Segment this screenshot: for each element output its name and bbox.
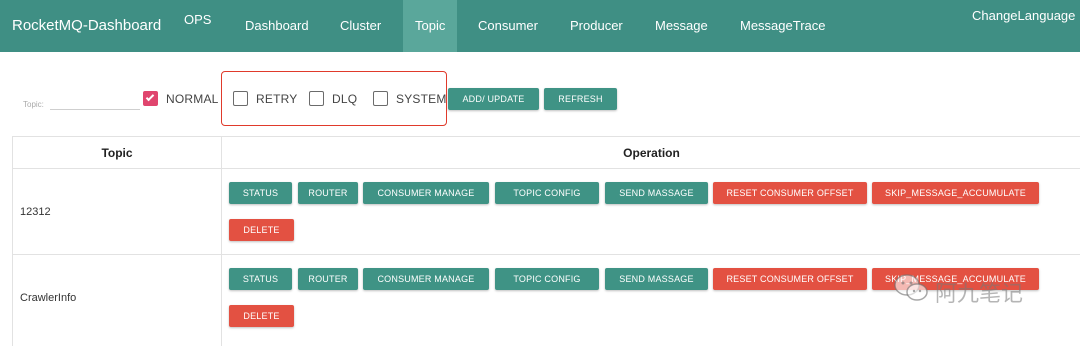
topic-name-cell: 12312 — [20, 206, 51, 218]
table-row: CrawlerInfo — [12, 254, 221, 346]
nav-topic[interactable]: Topic — [403, 0, 458, 52]
operation-cell: STATUS ROUTER CONSUMER MANAGE TOPIC CONF… — [221, 168, 1080, 254]
nav-producer[interactable]: Producer — [558, 0, 635, 52]
consumer-manage-button[interactable]: CONSUMER MANAGE — [363, 268, 489, 290]
topic-table: Topic Operation 12312 STATUS ROUTER CONS… — [12, 136, 1080, 346]
top-navbar: RocketMQ-Dashboard OPS Dashboard Cluster… — [0, 0, 1080, 71]
topic-filter-label: Topic: — [23, 100, 44, 109]
brand-title[interactable]: RocketMQ-Dashboard — [12, 17, 161, 34]
status-button[interactable]: STATUS — [229, 268, 292, 290]
router-button[interactable]: ROUTER — [298, 182, 358, 204]
change-language-label: ChangeLanguage — [972, 8, 1076, 23]
topic-config-button[interactable]: TOPIC CONFIG — [495, 182, 599, 204]
send-massage-button[interactable]: SEND MASSAGE — [605, 182, 708, 204]
nav-dashboard[interactable]: Dashboard — [233, 0, 321, 52]
checkbox-checked-icon[interactable] — [143, 91, 158, 106]
topic-search-input[interactable] — [50, 92, 140, 110]
topic-filter-bar: Topic: NORMAL RETRY DLQ SYSTEM ADD/ UPDA… — [0, 52, 1080, 136]
nav-messagetrace[interactable]: MessageTrace — [728, 0, 838, 52]
wechat-icon — [894, 274, 928, 301]
add-update-button[interactable]: ADD/ UPDATE — [448, 88, 539, 110]
header-operation: Operation — [221, 136, 1080, 168]
header-topic: Topic — [12, 136, 221, 168]
reset-consumer-offset-button[interactable]: RESET CONSUMER OFFSET — [713, 182, 867, 204]
router-button[interactable]: ROUTER — [298, 268, 358, 290]
nav-message[interactable]: Message — [643, 0, 720, 52]
delete-button[interactable]: DELETE — [229, 305, 294, 327]
checkbox-highlight-annotation — [221, 71, 447, 126]
reset-consumer-offset-button[interactable]: RESET CONSUMER OFFSET — [713, 268, 867, 290]
nav-ops[interactable]: OPS — [172, 0, 223, 46]
skip-message-accumulate-button[interactable]: SKIP_MESSAGE_ACCUMULATE — [872, 182, 1039, 204]
table-row: 12312 — [12, 168, 221, 254]
send-massage-button[interactable]: SEND MASSAGE — [605, 268, 708, 290]
topic-name-cell: CrawlerInfo — [20, 292, 77, 304]
checkbox-normal-label: NORMAL — [166, 92, 219, 106]
delete-button[interactable]: DELETE — [229, 219, 294, 241]
refresh-button[interactable]: REFRESH — [544, 88, 617, 110]
change-language-dropdown[interactable]: ChangeLanguage — [960, 0, 1080, 71]
watermark-text: 阿九笔记 — [935, 282, 1024, 307]
topic-config-button[interactable]: TOPIC CONFIG — [495, 268, 599, 290]
status-button[interactable]: STATUS — [229, 182, 292, 204]
nav-consumer[interactable]: Consumer — [466, 0, 550, 52]
consumer-manage-button[interactable]: CONSUMER MANAGE — [363, 182, 489, 204]
nav-cluster[interactable]: Cluster — [328, 0, 393, 52]
